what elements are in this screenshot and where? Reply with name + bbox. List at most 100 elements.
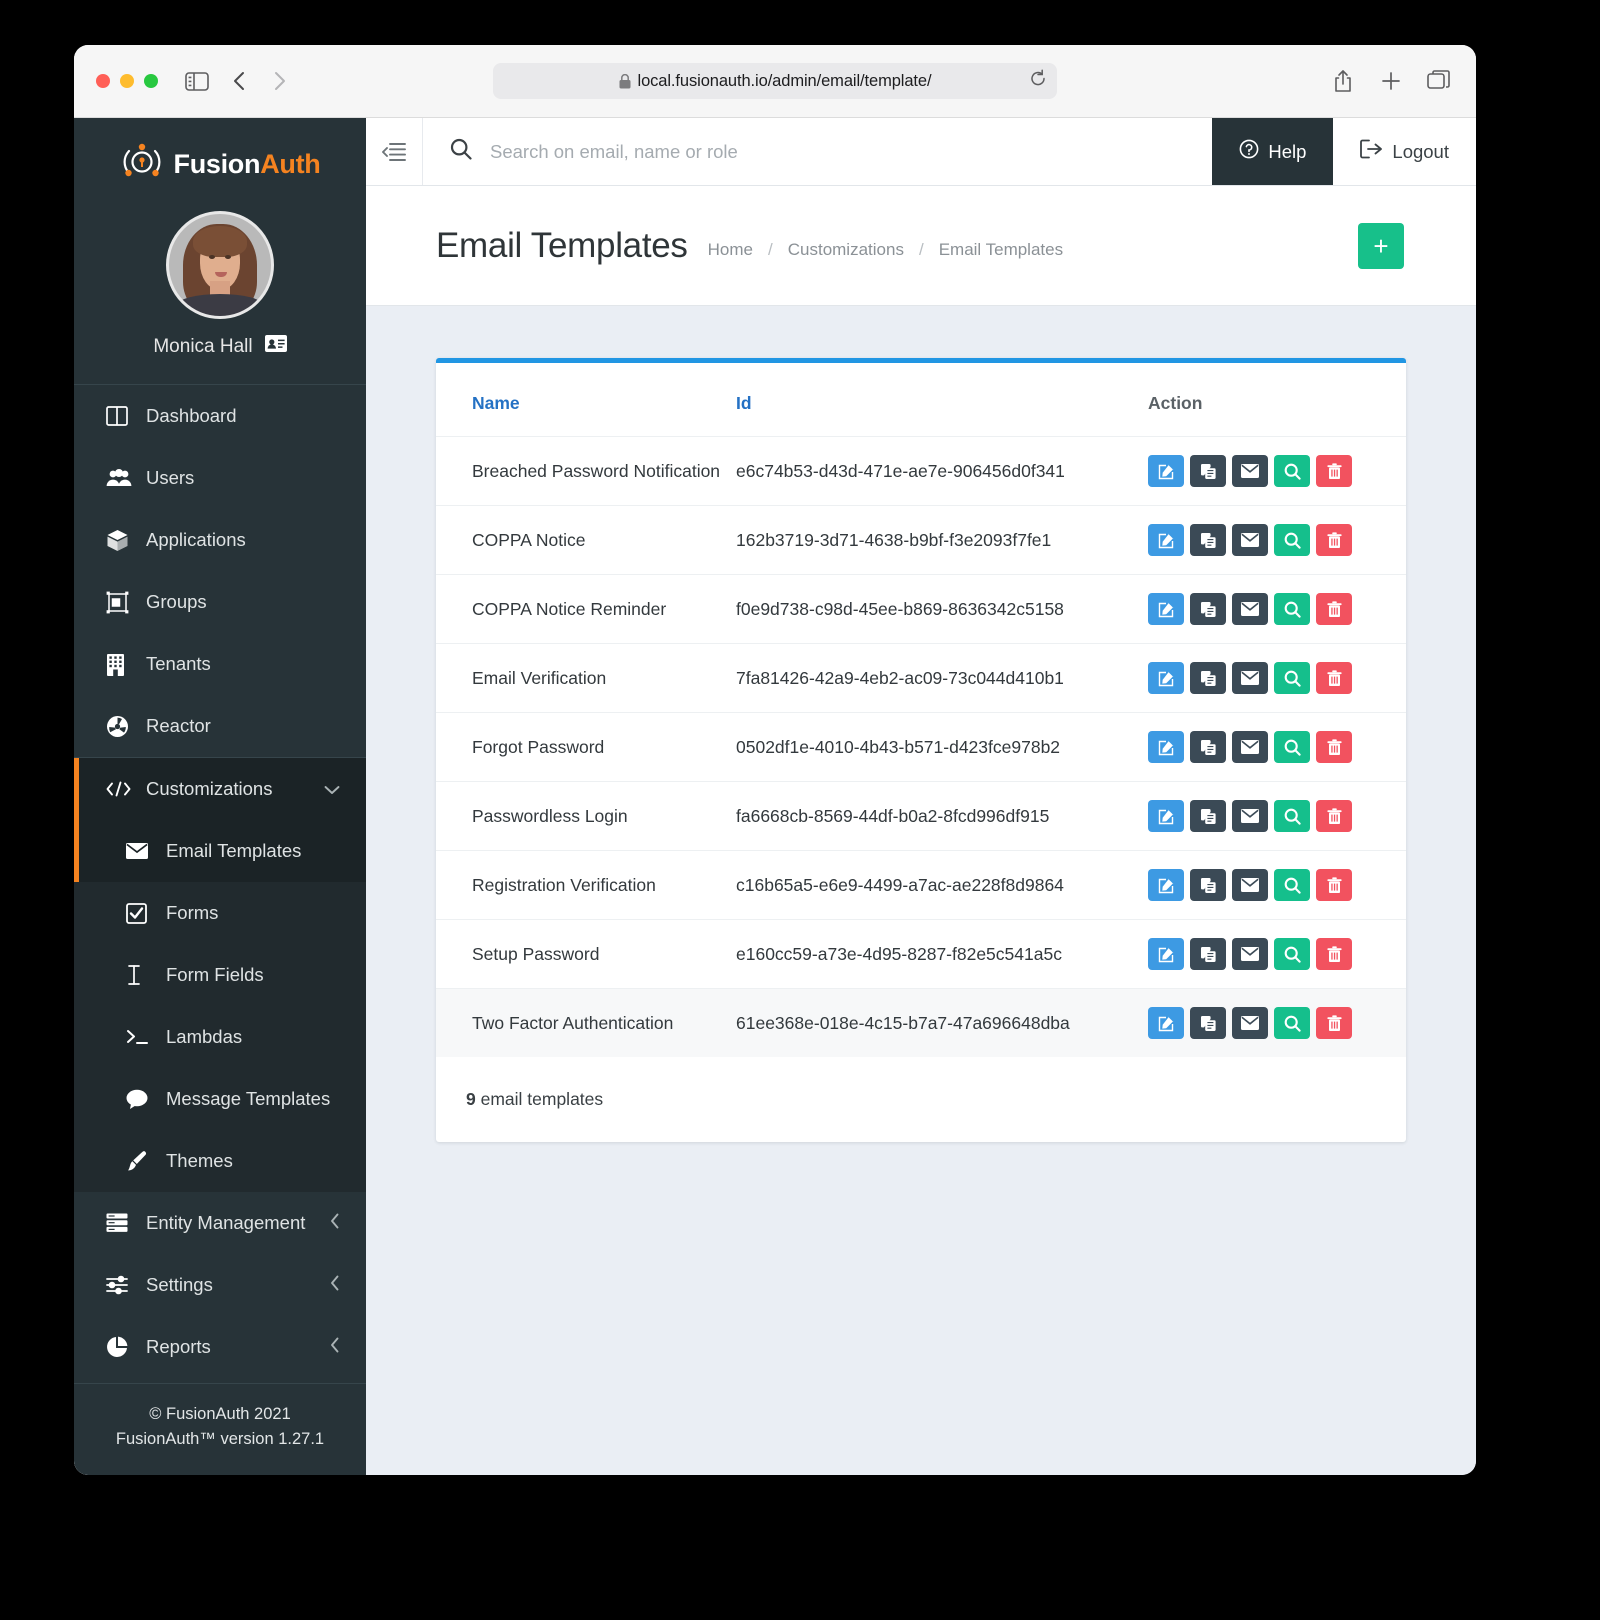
sidebar-item-reactor[interactable]: Reactor [74, 695, 366, 757]
chevron-right-icon[interactable] [262, 66, 296, 96]
edit-button[interactable] [1148, 731, 1184, 763]
chevron-left-icon[interactable] [222, 66, 256, 96]
delete-button[interactable] [1316, 593, 1352, 625]
duplicate-button[interactable] [1190, 800, 1226, 832]
avatar[interactable] [166, 211, 274, 319]
send-email-button[interactable] [1232, 800, 1268, 832]
view-button[interactable] [1274, 524, 1310, 556]
view-button[interactable] [1274, 1007, 1310, 1039]
search-input[interactable] [490, 140, 1213, 163]
edit-button[interactable] [1148, 524, 1184, 556]
sidebar-item-reports[interactable]: Reports [74, 1316, 366, 1378]
sidebar-collapse-button[interactable] [366, 118, 423, 185]
delete-button[interactable] [1316, 869, 1352, 901]
send-email-button[interactable] [1232, 731, 1268, 763]
send-email-button[interactable] [1232, 1007, 1268, 1039]
sidebar-item-lambdas[interactable]: Lambdas [74, 1006, 366, 1068]
plus-icon[interactable] [1374, 66, 1408, 96]
edit-button[interactable] [1148, 869, 1184, 901]
sidebar-item-customizations[interactable]: Customizations [74, 758, 366, 820]
close-window-button[interactable] [96, 74, 110, 88]
table-row[interactable]: COPPA Notice 162b3719-3d71-4638-b9bf-f3e2… [436, 505, 1406, 575]
breadcrumb-item-customizations[interactable]: Customizations [788, 240, 904, 260]
duplicate-button[interactable] [1190, 731, 1226, 763]
sidebar-item-email-templates[interactable]: Email Templates [74, 820, 366, 882]
table-row[interactable]: Forgot Password 0502df1e-4010-4b43-b571-d… [436, 712, 1406, 782]
sidebar-item-groups[interactable]: Groups [74, 571, 366, 633]
sidebar-item-themes[interactable]: Themes [74, 1130, 366, 1192]
table-row[interactable]: Two Factor Authentication 61ee368e-018e-4… [436, 988, 1406, 1057]
send-email-button[interactable] [1232, 593, 1268, 625]
sidebar-item-form-fields[interactable]: Form Fields [74, 944, 366, 1006]
view-button[interactable] [1274, 731, 1310, 763]
view-button[interactable] [1274, 593, 1310, 625]
view-button[interactable] [1274, 455, 1310, 487]
column-header-id[interactable]: Id [736, 363, 1148, 437]
send-email-button[interactable] [1232, 524, 1268, 556]
delete-button[interactable] [1316, 938, 1352, 970]
edit-button[interactable] [1148, 938, 1184, 970]
sidebar-toggle-icon[interactable] [180, 66, 214, 96]
delete-button[interactable] [1316, 1007, 1352, 1039]
duplicate-button[interactable] [1190, 938, 1226, 970]
sidebar-item-forms[interactable]: Forms [74, 882, 366, 944]
edit-button[interactable] [1148, 662, 1184, 694]
column-header-name[interactable]: Name [436, 363, 736, 437]
chevron-left-icon[interactable] [330, 1336, 340, 1358]
send-email-button[interactable] [1232, 938, 1268, 970]
table-row[interactable]: Setup Password e160cc59-a73e-4d95-8287-f8… [436, 919, 1406, 989]
delete-button[interactable] [1316, 800, 1352, 832]
view-button[interactable] [1274, 938, 1310, 970]
address-bar[interactable]: local.fusionauth.io/admin/email/template… [493, 63, 1057, 99]
sidebar-item-entity-management[interactable]: Entity Management [74, 1192, 366, 1254]
send-email-button[interactable] [1232, 869, 1268, 901]
duplicate-button[interactable] [1190, 662, 1226, 694]
logout-button[interactable]: Logout [1333, 118, 1476, 185]
chevron-down-icon[interactable] [324, 778, 340, 800]
chevron-left-icon[interactable] [330, 1274, 340, 1296]
edit-button[interactable] [1148, 593, 1184, 625]
brand-logo[interactable]: FusionAuth [74, 140, 366, 189]
sidebar-item-tenants[interactable]: Tenants [74, 633, 366, 695]
edit-button[interactable] [1148, 800, 1184, 832]
table-row[interactable]: Breached Password Notification e6c74b53-d… [436, 436, 1406, 506]
breadcrumb-item-home[interactable]: Home [708, 240, 753, 260]
table-row[interactable]: COPPA Notice Reminder f0e9d738-c98d-45ee-… [436, 574, 1406, 644]
chevron-left-icon[interactable] [330, 1212, 340, 1234]
edit-button[interactable] [1148, 1007, 1184, 1039]
duplicate-button[interactable] [1190, 455, 1226, 487]
add-email-template-button[interactable]: + [1358, 222, 1404, 269]
minimize-window-button[interactable] [120, 74, 134, 88]
tab-overview-icon[interactable] [1422, 66, 1456, 96]
view-button[interactable] [1274, 869, 1310, 901]
share-icon[interactable] [1326, 66, 1360, 96]
table-row[interactable]: Email Verification 7fa81426-42a9-4eb2-ac0… [436, 643, 1406, 713]
sidebar-item-applications[interactable]: Applications [74, 509, 366, 571]
view-button[interactable] [1274, 662, 1310, 694]
sidebar-item-message-templates[interactable]: Message Templates [74, 1068, 366, 1130]
sidebar-item-users[interactable]: Users [74, 447, 366, 509]
sidebar-item-dashboard[interactable]: Dashboard [74, 385, 366, 447]
user-info[interactable]: Monica Hall [74, 335, 366, 358]
delete-button[interactable] [1316, 731, 1352, 763]
delete-button[interactable] [1316, 662, 1352, 694]
view-button[interactable] [1274, 800, 1310, 832]
duplicate-button[interactable] [1190, 1007, 1226, 1039]
send-email-button[interactable] [1232, 662, 1268, 694]
delete-button[interactable] [1316, 455, 1352, 487]
help-button[interactable]: Help [1212, 118, 1334, 185]
edit-button[interactable] [1148, 455, 1184, 487]
duplicate-button[interactable] [1190, 593, 1226, 625]
delete-button[interactable] [1316, 524, 1352, 556]
table-row[interactable]: Registration Verification c16b65a5-e6e9-4… [436, 850, 1406, 920]
zoom-window-button[interactable] [144, 74, 158, 88]
table-row[interactable]: Passwordless Login fa6668cb-8569-44df-b0a… [436, 781, 1406, 851]
browser-window: local.fusionauth.io/admin/email/template… [74, 45, 1476, 1475]
reload-icon[interactable] [1029, 69, 1047, 93]
send-email-button[interactable] [1232, 455, 1268, 487]
id-card-icon[interactable] [264, 335, 287, 358]
duplicate-button[interactable] [1190, 524, 1226, 556]
sidebar-item-settings[interactable]: Settings [74, 1254, 366, 1316]
breadcrumb-item-email-templates[interactable]: Email Templates [939, 240, 1063, 260]
duplicate-button[interactable] [1190, 869, 1226, 901]
